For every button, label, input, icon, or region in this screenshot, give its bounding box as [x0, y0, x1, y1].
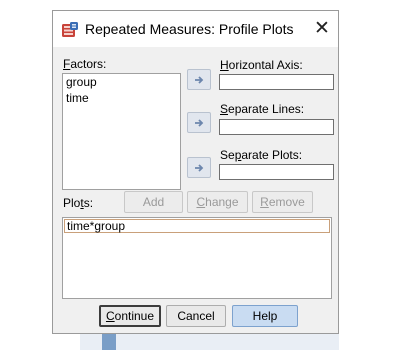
cancel-button[interactable]: Cancel	[166, 305, 226, 327]
horizontal-axis-label: Horizontal Axis:	[220, 58, 303, 72]
horizontal-axis-field[interactable]	[219, 74, 334, 90]
background-right	[339, 0, 393, 350]
list-item[interactable]: group	[63, 74, 180, 90]
move-to-horizontal-axis-button[interactable]	[187, 69, 211, 90]
title-bar[interactable]: Repeated Measures: Profile Plots ✕	[53, 11, 338, 47]
separate-plots-field[interactable]	[219, 164, 334, 180]
list-item[interactable]: time	[63, 90, 180, 106]
list-item[interactable]: time*group	[64, 219, 330, 233]
background-window-strip	[80, 334, 339, 350]
continue-button[interactable]: Continue	[99, 305, 161, 327]
factors-label: Factors:	[63, 57, 107, 71]
dialog-title: Repeated Measures: Profile Plots	[85, 21, 294, 37]
background-left	[0, 0, 60, 350]
move-to-separate-lines-button[interactable]	[187, 112, 211, 133]
separate-lines-field[interactable]	[219, 119, 334, 135]
close-icon: ✕	[314, 18, 330, 39]
remove-button[interactable]: Remove	[252, 191, 313, 213]
plots-list[interactable]: time*group	[62, 217, 332, 299]
right-arrow-icon	[195, 119, 204, 127]
right-arrow-icon	[195, 164, 204, 172]
help-button[interactable]: Help	[232, 305, 298, 327]
add-button[interactable]: Add	[124, 191, 183, 213]
plots-label: Plots:	[63, 196, 94, 210]
change-button[interactable]: Change	[187, 191, 248, 213]
factors-list[interactable]: group time	[62, 73, 181, 190]
right-arrow-icon	[195, 76, 204, 84]
background-window-block	[102, 334, 116, 350]
spss-table-icon	[62, 22, 78, 37]
close-button[interactable]: ✕	[311, 17, 333, 41]
move-to-separate-plots-button[interactable]	[187, 157, 211, 178]
profile-plots-dialog: Repeated Measures: Profile Plots ✕ Facto…	[52, 10, 339, 334]
separate-plots-label: Separate Plots:	[220, 148, 303, 162]
separate-lines-label: Separate Lines:	[220, 102, 305, 116]
